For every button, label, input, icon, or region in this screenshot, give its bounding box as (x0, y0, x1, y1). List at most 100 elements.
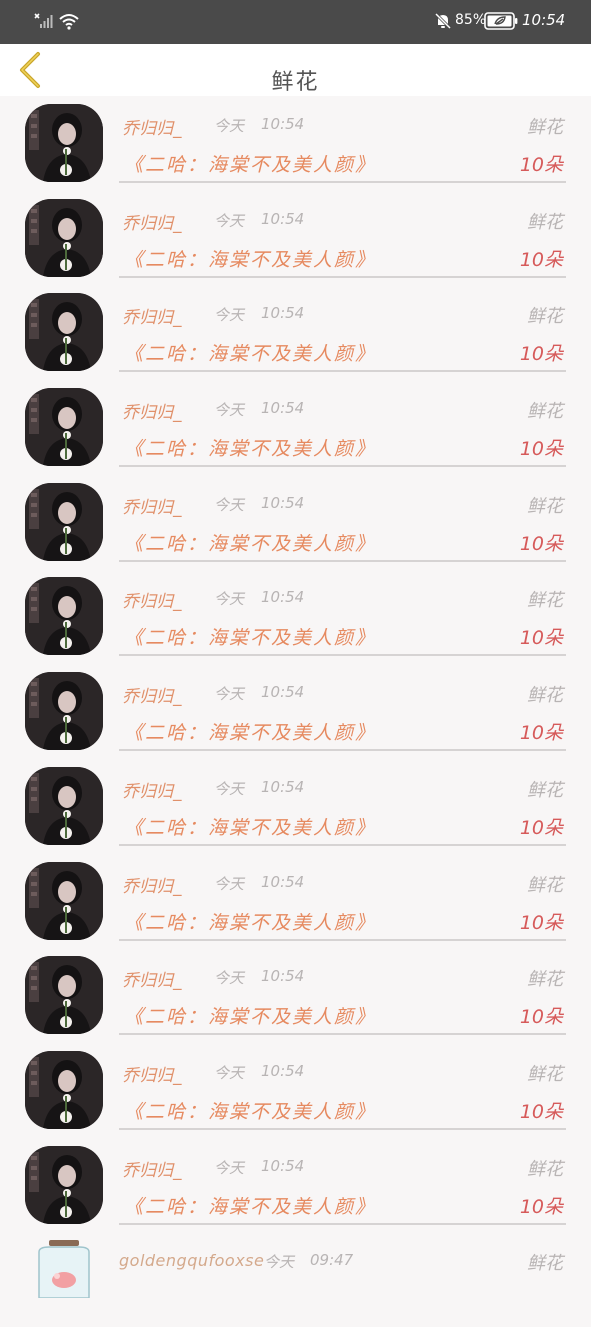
book-title[interactable]: 《二哈：海棠不及美人颜》 (124, 908, 376, 935)
signal-icon (34, 13, 53, 28)
time-label: 10:54 (261, 967, 305, 986)
gift-type: 鲜花 (527, 401, 563, 423)
date-label: 今天 (214, 779, 245, 798)
divider (119, 181, 566, 183)
gift-count: 10朵 (519, 722, 563, 745)
divider (119, 370, 566, 373)
book-title[interactable]: 《二哈：海棠不及美人颜》 (124, 1097, 376, 1124)
list-item[interactable]: 乔归归_ 今天 10:54 鲜花 《二哈：海棠不及美人颜》 10朵 (0, 475, 591, 570)
gift-type: 鲜花 (527, 495, 563, 517)
gift-type: 鲜花 (527, 590, 563, 612)
avatar[interactable] (25, 1145, 103, 1224)
username[interactable]: 乔归归_ (122, 682, 182, 707)
list-item[interactable]: 乔归归_ 今天 10:54 鲜花 《二哈：海棠不及美人颜》 10朵 (0, 854, 591, 949)
battery-icon (484, 12, 518, 30)
avatar[interactable] (25, 198, 103, 277)
gift-type: 鲜花 (527, 1158, 563, 1180)
username[interactable]: 乔归归_ (122, 587, 182, 612)
date-label: 今天 (264, 1253, 295, 1272)
username[interactable]: 乔归归_ (122, 1061, 182, 1086)
username[interactable]: 乔归归_ (122, 966, 182, 991)
username[interactable]: 乔归归_ (122, 398, 182, 423)
date-label: 今天 (214, 211, 245, 230)
list-item[interactable]: 乔归归_ 今天 10:54 鲜花 《二哈：海棠不及美人颜》 10朵 (0, 759, 591, 854)
username[interactable]: 乔归归_ (122, 303, 182, 328)
time-label: 10:54 (261, 1061, 305, 1080)
gift-type: 鲜花 (527, 969, 563, 991)
time-label: 10:54 (261, 304, 305, 323)
gift-count: 10朵 (519, 1100, 563, 1123)
gift-type: 鲜花 (527, 779, 563, 801)
username[interactable]: 乔归归_ (122, 493, 182, 518)
book-title[interactable]: 《二哈：海棠不及美人颜》 (124, 245, 376, 272)
date-label: 今天 (214, 401, 245, 420)
avatar[interactable] (25, 1238, 103, 1299)
avatar[interactable] (25, 293, 103, 372)
gift-count: 10朵 (519, 532, 563, 555)
date-label: 今天 (214, 1063, 245, 1082)
gift-type: 鲜花 (527, 117, 563, 138)
divider (119, 1127, 566, 1130)
book-title[interactable]: 《二哈：海棠不及美人颜》 (124, 529, 376, 556)
clock: 10:54 (522, 11, 566, 29)
time-label: 10:54 (261, 872, 305, 891)
list-item[interactable]: 乔归归_ 今天 10:54 鲜花 《二哈：海棠不及美人颜》 10朵 (0, 285, 591, 380)
status-bar: 85% 10:54 (0, 0, 591, 44)
gift-type: 鲜花 (527, 211, 563, 233)
gift-type: 鲜花 (527, 306, 563, 328)
avatar[interactable] (25, 577, 103, 656)
avatar[interactable] (25, 672, 103, 751)
date-label: 今天 (214, 685, 245, 704)
list-item[interactable]: 乔归归_ 今天 10:54 鲜花 《二哈：海棠不及美人颜》 10朵 (0, 948, 591, 1043)
gift-count: 10朵 (519, 154, 563, 176)
book-title[interactable]: 《二哈：海棠不及美人颜》 (124, 1192, 376, 1219)
list-item[interactable]: 乔归归_ 今天 10:54 鲜花 《二哈：海棠不及美人颜》 10朵 (0, 96, 591, 191)
book-title[interactable]: 《二哈：海棠不及美人颜》 (124, 813, 376, 840)
app-header: 鲜花 (0, 44, 591, 96)
book-title[interactable]: 《二哈：海棠不及美人颜》 (124, 623, 376, 650)
username[interactable]: 乔归归_ (122, 114, 182, 139)
date-label: 今天 (214, 306, 245, 325)
avatar[interactable] (25, 482, 103, 561)
time-label: 10:54 (261, 777, 305, 796)
time-label: 10:54 (261, 115, 305, 133)
username[interactable]: 乔归归_ (122, 872, 182, 897)
book-title[interactable]: 《二哈：海棠不及美人颜》 (124, 150, 376, 177)
divider (119, 749, 566, 752)
book-title[interactable]: 《二哈：海棠不及美人颜》 (124, 434, 376, 461)
list-item[interactable]: 乔归归_ 今天 10:54 鲜花 《二哈：海棠不及美人颜》 10朵 (0, 191, 591, 286)
list-item[interactable]: 乔归归_ 今天 10:54 鲜花 《二哈：海棠不及美人颜》 10朵 (0, 1138, 591, 1233)
username[interactable]: 乔归归_ (122, 1156, 182, 1181)
gift-type: 鲜花 (527, 874, 563, 896)
time-label: 10:54 (261, 588, 305, 607)
avatar[interactable] (25, 861, 103, 940)
divider (119, 559, 566, 562)
book-title[interactable]: 《二哈：海棠不及美人颜》 (124, 1002, 376, 1029)
divider (119, 465, 566, 468)
username[interactable]: goldengqufooxse (119, 1251, 264, 1270)
avatar[interactable] (25, 104, 103, 182)
date-label: 今天 (214, 495, 245, 514)
date-label: 今天 (214, 969, 245, 988)
avatar[interactable] (25, 956, 103, 1035)
gift-type: 鲜花 (527, 685, 563, 707)
avatar[interactable] (25, 1050, 103, 1129)
notifications-off-icon (434, 12, 452, 30)
divider (119, 1222, 566, 1225)
time-label: 10:54 (261, 399, 305, 418)
date-label: 今天 (214, 874, 245, 893)
list-item[interactable]: 乔归归_ 今天 10:54 鲜花 《二哈：海棠不及美人颜》 10朵 (0, 1043, 591, 1138)
list-item[interactable]: 乔归归_ 今天 10:54 鲜花 《二哈：海棠不及美人颜》 10朵 (0, 664, 591, 759)
avatar[interactable] (25, 766, 103, 845)
book-title[interactable]: 《二哈：海棠不及美人颜》 (124, 718, 376, 745)
time-label: 10:54 (261, 209, 305, 228)
book-title[interactable]: 《二哈：海棠不及美人颜》 (124, 339, 376, 366)
avatar[interactable] (25, 388, 103, 467)
divider (119, 938, 566, 941)
page-title: 鲜花 (271, 70, 320, 95)
username[interactable]: 乔归归_ (122, 777, 182, 802)
divider (119, 275, 566, 278)
list-item[interactable]: 乔归归_ 今天 10:54 鲜花 《二哈：海棠不及美人颜》 10朵 (0, 380, 591, 475)
list-item[interactable]: 乔归归_ 今天 10:54 鲜花 《二哈：海棠不及美人颜》 10朵 (0, 569, 591, 664)
username[interactable]: 乔归归_ (122, 209, 182, 234)
